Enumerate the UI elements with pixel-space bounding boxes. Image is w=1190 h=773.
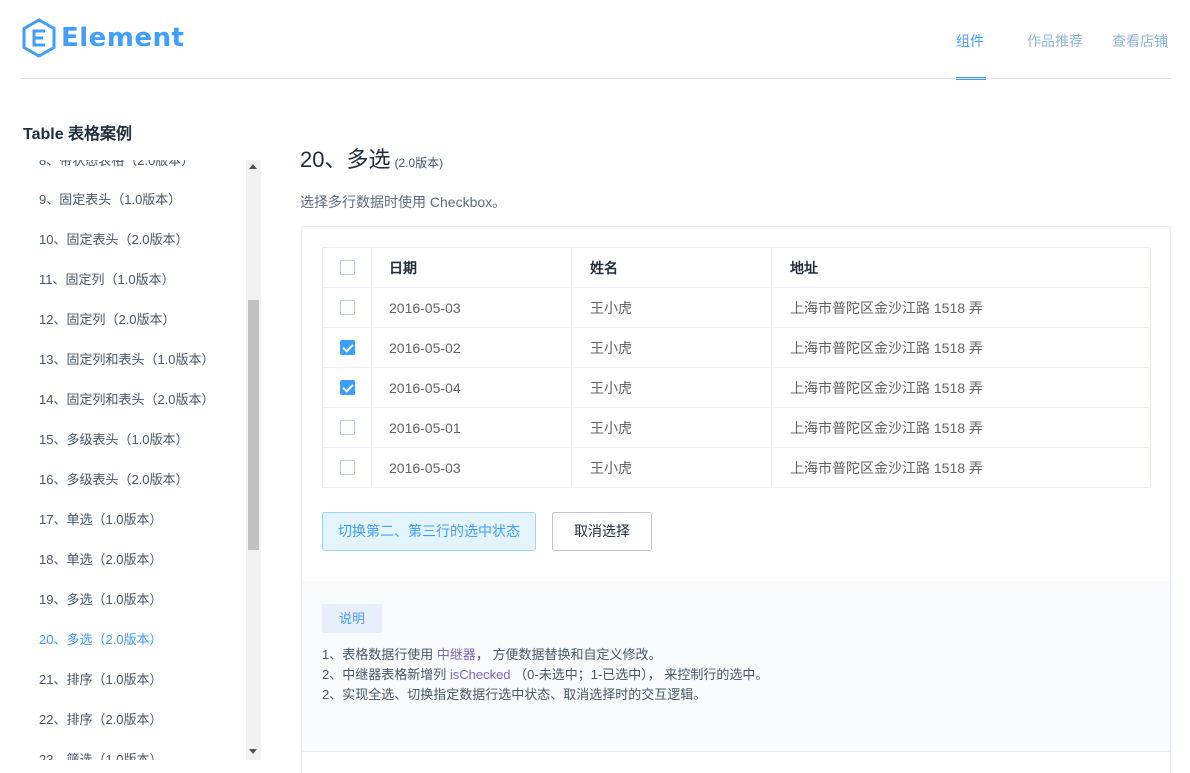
table-row[interactable]: 2016-05-04 王小虎 上海市普陀区金沙江路 1518 弄: [323, 368, 1150, 408]
toggle-selection-button[interactable]: 切换第二、第三行的选中状态: [322, 512, 536, 551]
clear-selection-button[interactable]: 取消选择: [552, 512, 652, 551]
note-line-2-post: （0-未选中；1-已选中）， 来控制行的选中。: [510, 667, 769, 682]
data-table: 日期 姓名 地址 2016-05-03 王小虎 上海市普陀区金沙江路 1518 …: [322, 247, 1151, 488]
nav-item-shop[interactable]: 查看店铺: [1112, 31, 1168, 51]
table-header-row: 日期 姓名 地址: [323, 248, 1150, 288]
sidebar-item-23[interactable]: 23、筛选（1.0版本）: [39, 750, 163, 760]
sidebar-item-15[interactable]: 15、多级表头（1.0版本）: [39, 430, 189, 450]
row-address: 上海市普陀区金沙江路 1518 弄: [790, 300, 983, 316]
sidebar-item-20[interactable]: 20、多选（2.0版本）: [39, 630, 163, 650]
row-select-cell: [323, 448, 372, 488]
row-address: 上海市普陀区金沙江路 1518 弄: [790, 340, 983, 356]
nav-item-components[interactable]: 组件: [956, 31, 984, 51]
row-name: 王小虎: [572, 448, 772, 488]
demo-box: 日期 姓名 地址 2016-05-03 王小虎 上海市普陀区金沙江路 1518 …: [301, 226, 1171, 773]
element-logo-icon: [22, 18, 56, 58]
row-name: 王小虎: [572, 288, 772, 328]
scroll-up-arrow-icon[interactable]: [249, 164, 257, 169]
table-row[interactable]: 2016-05-01 王小虎 上海市普陀区金沙江路 1518 弄: [323, 408, 1150, 448]
header-address: 地址: [790, 260, 818, 276]
row-select-cell: [323, 328, 372, 368]
row-name: 王小虎: [572, 368, 772, 408]
note-line-2-highlight: isChecked: [449, 667, 511, 682]
table-row[interactable]: 2016-05-03 王小虎 上海市普陀区金沙江路 1518 弄: [323, 448, 1150, 488]
page-description: 选择多行数据时使用 Checkbox。: [300, 194, 507, 210]
element-logo[interactable]: Element: [21, 18, 184, 58]
note-line-1-pre: 1、表格数据行使用: [322, 647, 437, 662]
table-row[interactable]: 2016-05-02 王小虎 上海市普陀区金沙江路 1518 弄: [323, 328, 1150, 368]
row-date: 2016-05-02: [372, 328, 572, 368]
note-line-2: 2、中继器表格新增列 isChecked （0-未选中；1-已选中）， 来控制行…: [322, 664, 768, 683]
sidebar-item-12[interactable]: 12、固定列（2.0版本）: [39, 310, 176, 330]
note-line-1-highlight: 中继器: [436, 647, 476, 662]
header-name: 姓名: [572, 248, 772, 288]
sidebar-title: Table 表格案例: [23, 126, 133, 143]
logo-text: Element: [61, 23, 185, 53]
row-select-cell: [323, 288, 372, 328]
row-date: 2016-05-04: [372, 368, 572, 408]
header-date: 日期: [372, 248, 572, 288]
top-header: Element 组件 作品推荐 查看店铺: [0, 0, 1190, 80]
header-select-cell: [323, 248, 372, 288]
page-title-version: (2.0版本): [394, 156, 444, 170]
sidebar-scrollbar[interactable]: [246, 160, 261, 760]
sidebar-item-10[interactable]: 10、固定表头（2.0版本）: [39, 230, 189, 250]
row-address: 上海市普陀区金沙江路 1518 弄: [790, 420, 983, 436]
scroll-thumb[interactable]: [248, 300, 259, 550]
row-date: 2016-05-01: [372, 408, 572, 448]
sidebar-item-19[interactable]: 19、多选（1.0版本）: [39, 590, 163, 610]
row-address: 上海市普陀区金沙江路 1518 弄: [790, 460, 983, 476]
row-address: 上海市普陀区金沙江路 1518 弄: [790, 380, 983, 396]
sidebar-item-21[interactable]: 21、排序（1.0版本）: [39, 670, 163, 690]
row-date: 2016-05-03: [372, 288, 572, 328]
sidebar-item-11[interactable]: 11、固定列（1.0版本）: [39, 270, 175, 290]
select-all-checkbox[interactable]: [340, 260, 355, 275]
scroll-down-arrow-icon[interactable]: [249, 749, 257, 754]
row-select-cell: [323, 368, 372, 408]
sidebar-list: 8、带状态表格（2.0版本） 9、固定表头（1.0版本） 10、固定表头（2.0…: [21, 160, 246, 760]
page-title: 20、多选 (2.0版本): [300, 142, 443, 174]
sidebar-item-13[interactable]: 13、固定列和表头（1.0版本）: [39, 350, 215, 370]
note-line-2-pre: 2、中继器表格新增列: [322, 667, 450, 682]
row-checkbox[interactable]: [340, 460, 355, 475]
nav-item-works[interactable]: 作品推荐: [1027, 31, 1083, 51]
table-row[interactable]: 2016-05-03 王小虎 上海市普陀区金沙江路 1518 弄: [323, 288, 1150, 328]
note-panel: 说明 1、表格数据行使用 中继器， 方便数据替换和自定义修改。 2、中继器表格新…: [302, 581, 1170, 751]
sidebar-item-22[interactable]: 22、排序（2.0版本）: [39, 710, 163, 730]
demo-bottom-bar[interactable]: [302, 751, 1170, 773]
page-title-text: 20、多选: [300, 147, 391, 172]
header-divider: [21, 78, 1171, 79]
sidebar-item-14[interactable]: 14、固定列和表头（2.0版本）: [39, 390, 215, 410]
row-checkbox[interactable]: [340, 300, 355, 315]
sidebar-item-9[interactable]: 9、固定表头（1.0版本）: [39, 190, 181, 210]
row-name: 王小虎: [572, 408, 772, 448]
sidebar-item-18[interactable]: 18、单选（2.0版本）: [39, 550, 163, 570]
note-tag: 说明: [322, 604, 382, 633]
note-line-3: 2、实现全选、切换指定数据行选中状态、取消选择时的交互逻辑。: [322, 687, 707, 702]
row-checkbox[interactable]: [340, 340, 355, 355]
row-date: 2016-05-03: [372, 448, 572, 488]
row-name: 王小虎: [572, 328, 772, 368]
row-select-cell: [323, 408, 372, 448]
row-checkbox[interactable]: [340, 380, 355, 395]
note-line-1-post: ， 方便数据替换和自定义修改。: [475, 647, 662, 662]
sidebar-item-17[interactable]: 17、单选（1.0版本）: [39, 510, 163, 530]
note-line-1: 1、表格数据行使用 中继器， 方便数据替换和自定义修改。: [322, 644, 661, 663]
sidebar-item-8[interactable]: 8、带状态表格（2.0版本）: [39, 160, 194, 171]
row-checkbox[interactable]: [340, 420, 355, 435]
sidebar-item-16[interactable]: 16、多级表头（2.0版本）: [39, 470, 189, 490]
